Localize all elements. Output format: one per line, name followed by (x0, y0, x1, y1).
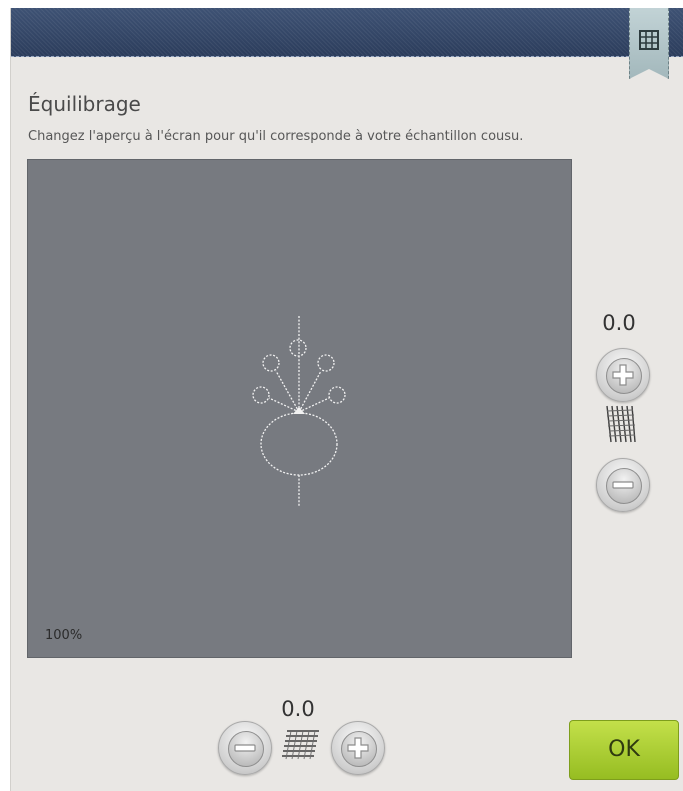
vertical-increase-button[interactable] (596, 348, 650, 402)
vertical-balance-value: 0.0 (602, 311, 636, 335)
dialog-title: Équilibrage (28, 92, 141, 116)
horizontal-decrease-button[interactable] (218, 721, 272, 775)
minus-icon (612, 481, 634, 489)
balance-dialog: Équilibrage Changez l'aperçu à l'écran p… (10, 8, 683, 791)
dialog-subtitle: Changez l'aperçu à l'écran pour qu'il co… (28, 129, 524, 144)
vertical-fabric-icon (606, 405, 636, 443)
corner-tab[interactable] (629, 8, 669, 79)
horizontal-fabric-icon (282, 730, 319, 760)
zoom-level: 100% (45, 628, 83, 643)
vertical-decrease-button[interactable] (596, 458, 650, 512)
minus-icon (234, 744, 256, 752)
stitch-grid-icon (639, 30, 659, 50)
plus-icon (612, 364, 634, 386)
horizontal-balance-value: 0.0 (281, 697, 315, 721)
ok-button[interactable]: OK (569, 720, 679, 780)
denim-header-bar (11, 8, 683, 57)
plus-icon (347, 737, 369, 759)
flower-stitch-design (252, 316, 346, 506)
stitch-preview-area: 100% (27, 159, 572, 658)
horizontal-increase-button[interactable] (331, 721, 385, 775)
